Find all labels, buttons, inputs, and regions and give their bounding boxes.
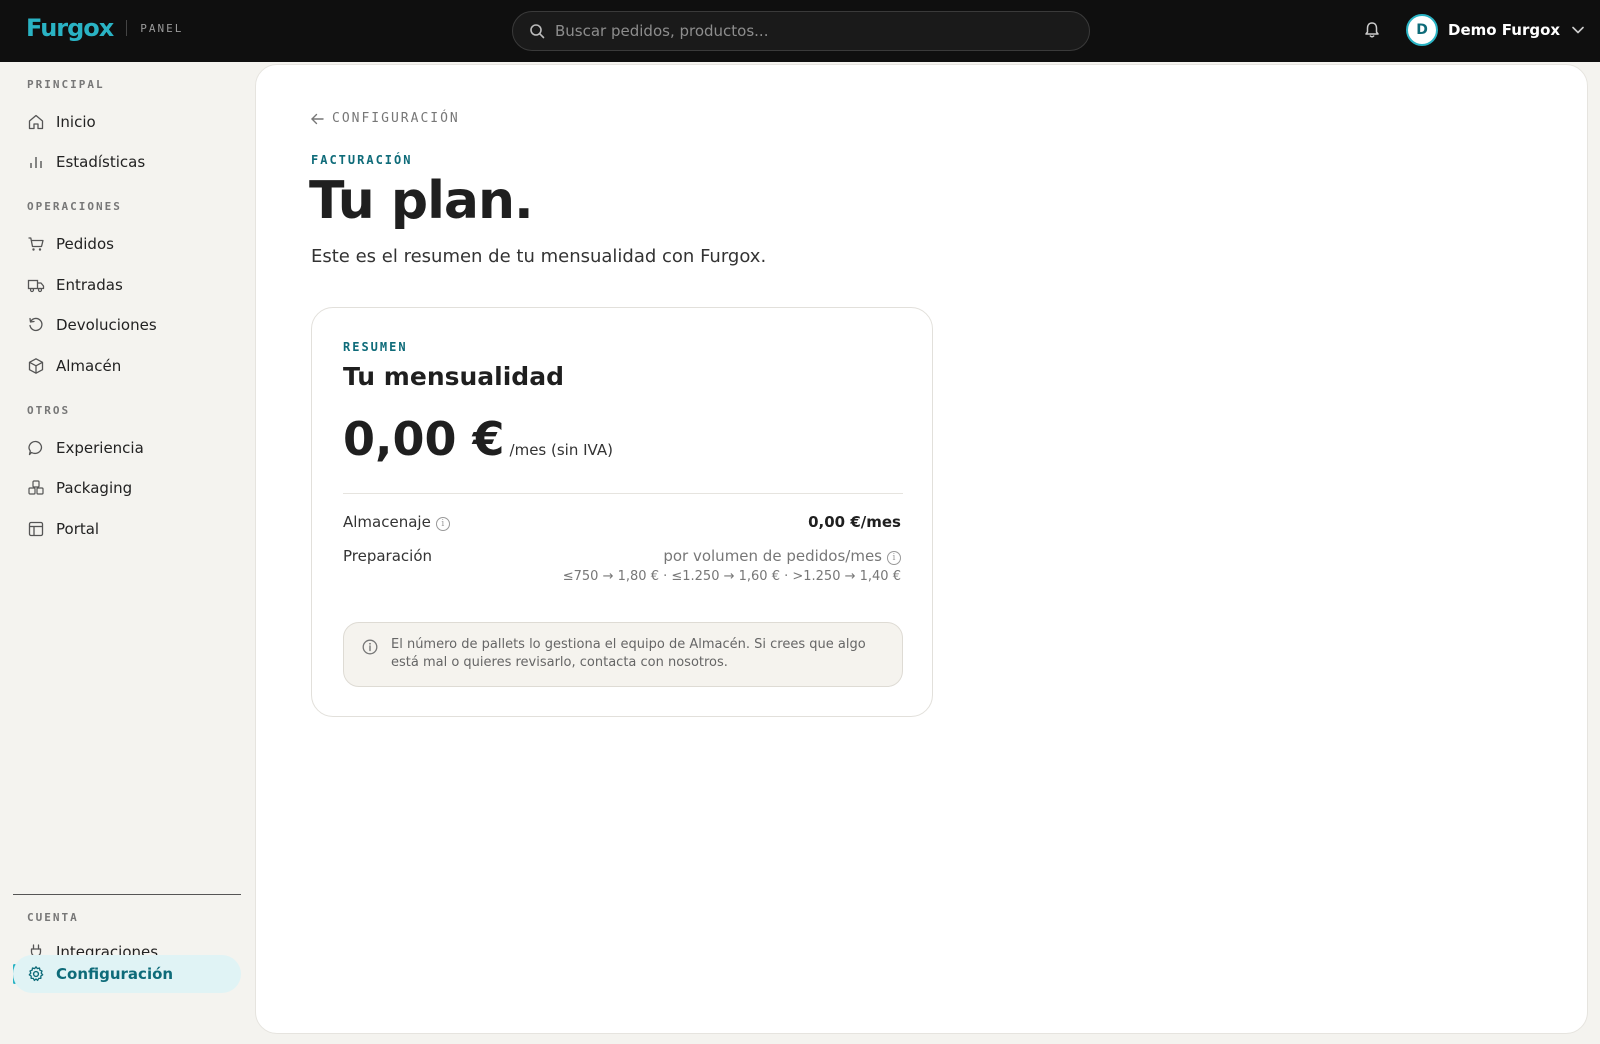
sidebar-item-label: Inicio bbox=[56, 113, 96, 131]
back-link-label[interactable]: CONFIGURACIÓN bbox=[332, 111, 460, 126]
sidebar-item-configuracion[interactable]: Configuración bbox=[13, 955, 241, 993]
top-bar: Furgox PANEL D Demo Furgox bbox=[0, 0, 1600, 62]
storage-label: Almacenaje bbox=[343, 513, 431, 531]
sidebar-item-label: Devoluciones bbox=[56, 316, 157, 334]
info-icon[interactable]: i bbox=[435, 516, 450, 531]
storage-row-label: Almacenaje i bbox=[343, 513, 450, 531]
sidebar: PRINCIPAL Inicio Estadísticas OPERACIONE… bbox=[0, 62, 254, 1044]
card-title: Tu mensualidad bbox=[343, 362, 564, 391]
prep-row-label: Preparación bbox=[343, 547, 432, 565]
box-icon bbox=[27, 357, 45, 375]
sidebar-item-label: Configuración bbox=[56, 965, 174, 983]
sidebar-item-label: Almacén bbox=[56, 357, 122, 375]
avatar[interactable]: D bbox=[1406, 14, 1438, 46]
user-menu[interactable]: D Demo Furgox bbox=[1406, 14, 1584, 46]
sidebar-item-packaging[interactable]: Packaging bbox=[13, 469, 241, 507]
page-subtitle: Este es el resumen de tu mensualidad con… bbox=[311, 246, 767, 267]
layout-icon bbox=[27, 520, 45, 538]
info-circle-icon bbox=[362, 639, 378, 655]
brand-logo[interactable]: Furgox bbox=[26, 14, 114, 42]
truck-icon bbox=[27, 276, 45, 294]
sidebar-item-almacen[interactable]: Almacén bbox=[13, 347, 241, 385]
info-icon[interactable]: i bbox=[887, 550, 901, 565]
sidebar-item-label: Entradas bbox=[56, 276, 123, 294]
sidebar-item-inicio[interactable]: Inicio bbox=[13, 103, 241, 141]
brand-subtitle: PANEL bbox=[140, 21, 184, 35]
brand[interactable]: Furgox PANEL bbox=[26, 14, 183, 42]
sidebar-item-label: Packaging bbox=[56, 479, 133, 497]
bell-icon[interactable] bbox=[1362, 20, 1382, 40]
back-link[interactable]: CONFIGURACIÓN bbox=[310, 111, 460, 126]
sidebar-item-entradas[interactable]: Entradas bbox=[13, 266, 241, 304]
price: 0,00 € /mes (sin IVA) bbox=[343, 412, 613, 466]
sidebar-item-experiencia[interactable]: Experiencia bbox=[13, 429, 241, 467]
price-unit: /mes (sin IVA) bbox=[509, 441, 613, 459]
bar-chart-icon bbox=[27, 153, 45, 171]
search-input[interactable] bbox=[555, 22, 1055, 40]
sidebar-item-label: Experiencia bbox=[56, 439, 144, 457]
sidebar-section-operaciones: OPERACIONES bbox=[27, 200, 122, 213]
storage-value: 0,00 €/mes bbox=[808, 513, 901, 531]
cart-icon bbox=[27, 235, 45, 253]
sidebar-item-devoluciones[interactable]: Devoluciones bbox=[13, 306, 241, 344]
main-panel: CONFIGURACIÓN FACTURACIÓN Tu plan. Este … bbox=[255, 64, 1588, 1034]
sidebar-item-label: Pedidos bbox=[56, 235, 114, 253]
sidebar-item-label: Portal bbox=[56, 520, 100, 538]
section-eyebrow: FACTURACIÓN bbox=[311, 153, 413, 167]
sidebar-divider bbox=[13, 894, 241, 895]
sidebar-section-cuenta: CUENTA bbox=[27, 911, 79, 924]
user-name[interactable]: Demo Furgox bbox=[1448, 21, 1560, 39]
sidebar-item-label: Estadísticas bbox=[56, 153, 146, 171]
search-icon bbox=[530, 24, 545, 39]
packages-icon bbox=[27, 479, 45, 497]
brand-divider bbox=[126, 20, 128, 36]
card-divider bbox=[343, 493, 903, 494]
home-icon bbox=[27, 113, 45, 131]
plan-summary-card: RESUMEN Tu mensualidad 0,00 € /mes (sin … bbox=[311, 307, 933, 717]
page-title: Tu plan. bbox=[309, 171, 534, 231]
sidebar-item-estadisticas[interactable]: Estadísticas bbox=[13, 143, 241, 181]
sidebar-item-pedidos[interactable]: Pedidos bbox=[13, 225, 241, 263]
price-amount: 0,00 € bbox=[343, 412, 505, 466]
chevron-down-icon[interactable] bbox=[1572, 26, 1584, 34]
gear-icon bbox=[27, 965, 45, 983]
arrow-left-icon[interactable] bbox=[310, 113, 324, 125]
pallets-notice: El número de pallets lo gestiona el equi… bbox=[343, 622, 903, 687]
notice-text: El número de pallets lo gestiona el equi… bbox=[391, 637, 866, 670]
chat-icon bbox=[27, 439, 45, 457]
prep-label: Preparación bbox=[343, 547, 433, 565]
prep-note-text: por volumen de pedidos/mes bbox=[663, 547, 882, 565]
card-eyebrow: RESUMEN bbox=[343, 340, 408, 354]
search-bar[interactable] bbox=[512, 11, 1090, 51]
return-icon bbox=[27, 316, 45, 334]
sidebar-section-principal: PRINCIPAL bbox=[27, 78, 105, 91]
prep-note: por volumen de pedidos/mes i bbox=[663, 547, 901, 565]
prep-tiers: ≤750 → 1,80 € · ≤1.250 → 1,60 € · >1.250… bbox=[562, 569, 901, 584]
sidebar-item-portal[interactable]: Portal bbox=[13, 510, 241, 548]
sidebar-section-otros: OTROS bbox=[27, 404, 71, 417]
